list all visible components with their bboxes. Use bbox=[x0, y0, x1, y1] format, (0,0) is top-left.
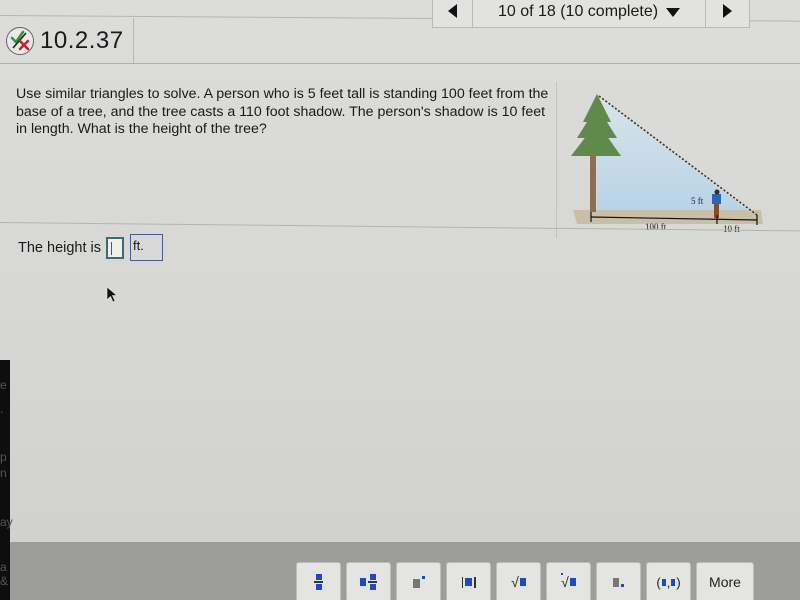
bezel-text-fragment: a & bbox=[0, 560, 9, 588]
decimal-icon bbox=[613, 577, 624, 587]
header-divider bbox=[0, 63, 800, 64]
nth-root-icon: √ bbox=[561, 573, 576, 589]
dropdown-triangle-icon bbox=[666, 7, 681, 17]
previous-question-button[interactable] bbox=[433, 0, 473, 27]
mixed-number-icon bbox=[360, 574, 377, 590]
bezel-text-fragment: e bbox=[0, 378, 7, 392]
question-number: 10.2.37 bbox=[40, 26, 124, 54]
shadow-triangle-area bbox=[597, 96, 757, 217]
screen-bezel: e . p n ay a & bbox=[0, 360, 13, 600]
question-header: 10.2.37 bbox=[0, 18, 134, 63]
more-button[interactable]: More bbox=[696, 562, 754, 600]
next-question-button[interactable] bbox=[705, 0, 749, 27]
tree-trunk bbox=[590, 152, 596, 212]
person-height-label: 5 ft bbox=[691, 196, 704, 206]
distance-label: 100 ft bbox=[645, 222, 667, 232]
similar-triangles-figure: 5 ft 100 ft 10 ft bbox=[556, 82, 800, 238]
decimal-button[interactable] bbox=[596, 562, 641, 600]
math-toolbar: √ √ (,) More bbox=[10, 542, 800, 600]
text-caret bbox=[111, 241, 113, 255]
answer-prefix: The height is bbox=[18, 239, 102, 256]
fraction-button[interactable] bbox=[296, 562, 341, 600]
ordered-pair-icon: (,) bbox=[656, 574, 681, 590]
partial-check-x-icon bbox=[6, 26, 34, 55]
absolute-value-button[interactable] bbox=[446, 562, 491, 600]
arrow-right-icon bbox=[723, 4, 732, 18]
question-select-dropdown[interactable]: 10 of 18 (10 complete) bbox=[473, 0, 705, 27]
mixed-number-button[interactable] bbox=[346, 562, 391, 600]
exponent-icon bbox=[412, 576, 425, 588]
arrow-left-icon bbox=[448, 4, 457, 18]
fraction-icon bbox=[314, 574, 323, 590]
bezel-text-fragment: . bbox=[0, 402, 4, 416]
unit-label: ft. bbox=[130, 234, 164, 261]
mouse-pointer-icon bbox=[106, 286, 118, 303]
square-root-button[interactable]: √ bbox=[496, 562, 541, 600]
exponent-button[interactable] bbox=[396, 562, 441, 600]
height-answer-input[interactable] bbox=[106, 236, 125, 259]
absolute-value-icon bbox=[461, 576, 476, 588]
question-navigator: 10 of 18 (10 complete) bbox=[432, 0, 750, 28]
bezel-text-fragment: ay bbox=[0, 515, 13, 529]
ordered-pair-button[interactable]: (,) bbox=[646, 562, 691, 600]
square-root-icon: √ bbox=[511, 575, 526, 589]
nth-root-button[interactable]: √ bbox=[546, 562, 591, 600]
question-text: Use similar triangles to solve. A person… bbox=[16, 86, 549, 137]
bezel-text-fragment: n bbox=[0, 466, 7, 480]
screen: 10 of 18 (10 complete) 10.2.37 Use simil… bbox=[0, 0, 800, 600]
answer-row: The height is ft. bbox=[18, 234, 164, 261]
question-position-text: 10 of 18 (10 complete) bbox=[497, 3, 659, 20]
bezel-text-fragment: p bbox=[0, 450, 7, 464]
